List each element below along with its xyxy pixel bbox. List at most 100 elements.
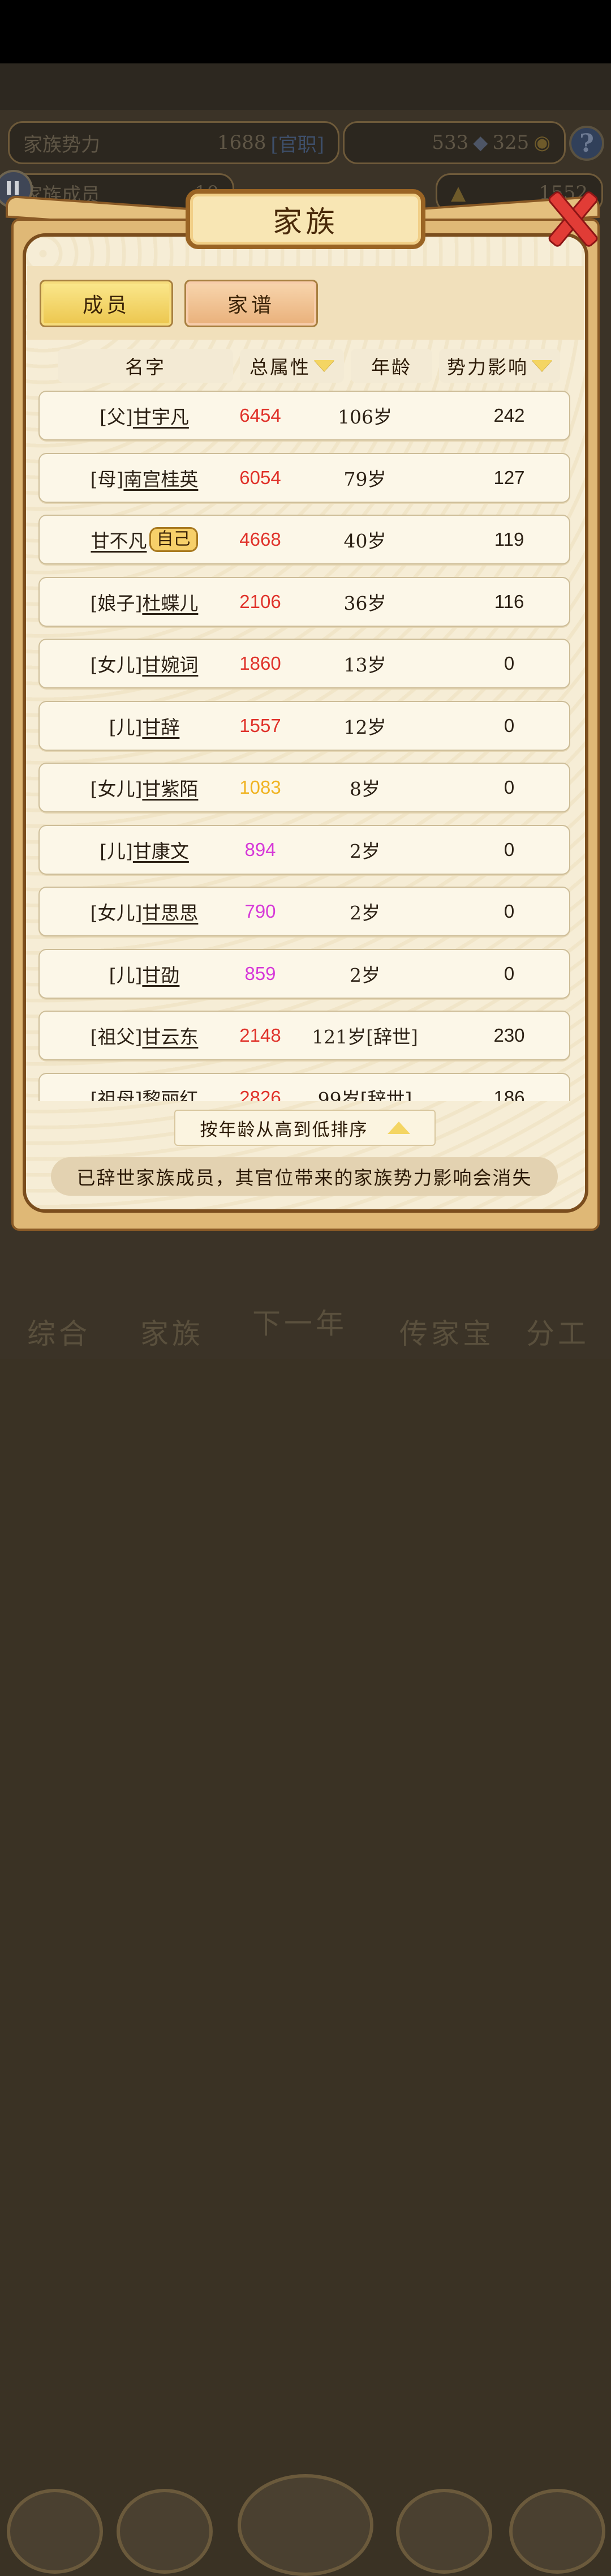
member-list[interactable]: [父] 甘宇凡 6454 106岁 242 [母] 南宫桂英 6054 79岁 127 甘不凡 自己 4… bbox=[38, 391, 570, 1101]
member-age: 13岁 bbox=[343, 654, 386, 676]
member-influence: 119 bbox=[494, 529, 524, 550]
relation-tag: [儿] bbox=[100, 840, 133, 862]
member-row[interactable]: [儿] 甘劭 859 2岁 0 bbox=[38, 949, 570, 999]
member-name[interactable]: 甘宇凡 bbox=[133, 402, 189, 429]
member-name[interactable]: 甘不凡 bbox=[91, 526, 147, 553]
member-name[interactable]: 杜蝶儿 bbox=[142, 588, 198, 615]
resource-b-value: 325 bbox=[492, 131, 530, 154]
sort-label: 按年龄从高到低排序 bbox=[200, 1119, 368, 1140]
division-icon bbox=[509, 2489, 605, 2574]
member-age: 36岁 bbox=[343, 592, 386, 614]
member-name[interactable]: 甘劭 bbox=[142, 960, 179, 987]
tab-members-label: 成员 bbox=[82, 294, 130, 317]
relation-tag: [祖父] bbox=[90, 1026, 143, 1048]
heirloom-icon bbox=[396, 2489, 492, 2574]
member-row[interactable]: [儿] 甘康文 894 2岁 0 bbox=[38, 825, 570, 875]
family-power-label: 家族势力 bbox=[23, 133, 100, 156]
notice-text: 已辞世家族成员，其官位带来的家族势力影响会消失 bbox=[76, 1167, 532, 1189]
tab-family-tree[interactable]: 家谱 bbox=[184, 280, 318, 327]
nav-division[interactable]: 分工 bbox=[526, 1311, 590, 1352]
member-name[interactable]: 甘婉词 bbox=[142, 650, 198, 677]
member-name[interactable]: 甘辞 bbox=[142, 712, 179, 739]
next-year-icon bbox=[238, 2474, 373, 2576]
member-age: 121岁[辞世] bbox=[312, 1026, 418, 1048]
silver-icon: ◆ bbox=[473, 131, 488, 154]
deceased-notice: 已辞世家族成员，其官位带来的家族势力影响会消失 bbox=[51, 1157, 558, 1196]
member-age: 8岁 bbox=[350, 778, 380, 800]
family-power-panel: 家族势力 1688 [官职] bbox=[8, 121, 339, 164]
member-name[interactable]: 甘思思 bbox=[142, 898, 198, 925]
member-age: 2岁 bbox=[350, 840, 380, 862]
member-name[interactable]: 黎丽红 bbox=[142, 1084, 198, 1101]
relation-tag: [父] bbox=[100, 406, 133, 428]
member-influence: 0 bbox=[504, 653, 515, 674]
column-attr-label: 总属性 bbox=[249, 356, 311, 378]
self-badge: 自己 bbox=[149, 527, 198, 552]
sort-up-icon bbox=[387, 1122, 410, 1134]
member-influence: 230 bbox=[493, 1025, 525, 1046]
member-row[interactable]: [娘子] 杜蝶儿 2106 36岁 116 bbox=[38, 577, 570, 627]
relation-tag: [女儿] bbox=[90, 654, 143, 676]
member-row[interactable]: [女儿] 甘思思 790 2岁 0 bbox=[38, 887, 570, 936]
member-influence: 0 bbox=[504, 963, 515, 984]
column-attr[interactable]: 总属性 bbox=[240, 349, 344, 383]
member-influence: 0 bbox=[504, 777, 515, 798]
relation-tag: [祖母] bbox=[90, 1088, 143, 1101]
relation-tag: [儿] bbox=[109, 716, 143, 738]
member-influence: 186 bbox=[493, 1087, 525, 1101]
resource-a-value: 533 bbox=[432, 131, 469, 154]
member-row[interactable]: [女儿] 甘紫陌 1083 8岁 0 bbox=[38, 763, 570, 812]
member-influence: 242 bbox=[493, 405, 525, 426]
background-band bbox=[0, 63, 611, 110]
coin-icon: ◉ bbox=[533, 131, 550, 154]
status-bar bbox=[0, 0, 611, 63]
member-row[interactable]: [祖父] 甘云东 2148 121岁[辞世] 230 bbox=[38, 1011, 570, 1060]
relation-tag: [女儿] bbox=[90, 902, 143, 924]
member-age: 2岁 bbox=[350, 902, 380, 924]
sort-down-icon bbox=[532, 360, 552, 371]
tab-members[interactable]: 成员 bbox=[40, 280, 173, 327]
member-name[interactable]: 甘云东 bbox=[142, 1022, 198, 1049]
member-row[interactable]: [父] 甘宇凡 6454 106岁 242 bbox=[38, 391, 570, 440]
column-age-label: 年龄 bbox=[371, 356, 412, 378]
gold-ingot-icon: ▲ bbox=[451, 182, 466, 204]
relation-tag: [娘子] bbox=[90, 592, 143, 614]
column-influence[interactable]: 势力影响 bbox=[439, 349, 560, 383]
member-age: 2岁 bbox=[350, 964, 380, 986]
column-name-label: 名字 bbox=[125, 356, 166, 378]
relation-tag: [女儿] bbox=[90, 778, 143, 800]
nav-next-year[interactable]: 下一年 bbox=[252, 1301, 347, 1342]
member-name[interactable]: 甘康文 bbox=[133, 836, 189, 863]
member-row[interactable]: [母] 南宫桂英 6054 79岁 127 bbox=[38, 453, 570, 503]
question-icon: ? bbox=[579, 129, 594, 158]
help-button[interactable]: ? bbox=[569, 126, 604, 161]
family-icon bbox=[117, 2489, 213, 2574]
member-influence: 0 bbox=[504, 715, 515, 736]
close-icon[interactable] bbox=[542, 187, 599, 243]
nav-family[interactable]: 家族 bbox=[140, 1311, 204, 1352]
member-row[interactable]: [祖母] 黎丽红 2826 99岁[辞世] 186 bbox=[38, 1073, 570, 1101]
member-name[interactable]: 甘紫陌 bbox=[142, 774, 198, 801]
sort-button[interactable]: 按年龄从高到低排序 bbox=[174, 1110, 436, 1146]
column-influence-label: 势力影响 bbox=[447, 356, 528, 378]
sort-down-icon bbox=[314, 360, 334, 371]
member-age: 40岁 bbox=[343, 530, 386, 552]
member-row[interactable]: [女儿] 甘婉词 1860 13岁 0 bbox=[38, 639, 570, 688]
nav-overview[interactable]: 综合 bbox=[27, 1311, 91, 1352]
member-name[interactable]: 南宫桂英 bbox=[123, 464, 198, 491]
member-influence: 0 bbox=[504, 839, 515, 860]
modal-title-plaque: 家族 bbox=[186, 189, 425, 249]
relation-tag: [母] bbox=[90, 468, 124, 490]
member-influence: 0 bbox=[504, 901, 515, 922]
member-row[interactable]: [儿] 甘辞 1557 12岁 0 bbox=[38, 701, 570, 751]
member-row[interactable]: 甘不凡 自己 4668 40岁 119 bbox=[38, 515, 570, 564]
resources-panel: 533 ◆ 325 ◉ bbox=[343, 121, 566, 164]
member-age: 12岁 bbox=[343, 716, 386, 738]
column-age[interactable]: 年龄 bbox=[351, 349, 432, 383]
member-age: 99岁[辞世] bbox=[317, 1088, 412, 1101]
member-age: 79岁 bbox=[343, 468, 386, 490]
relation-tag: [儿] bbox=[109, 964, 143, 986]
nav-heirloom[interactable]: 传家宝 bbox=[399, 1311, 494, 1352]
tab-family-tree-label: 家谱 bbox=[227, 294, 275, 317]
modal-title: 家族 bbox=[272, 205, 338, 239]
